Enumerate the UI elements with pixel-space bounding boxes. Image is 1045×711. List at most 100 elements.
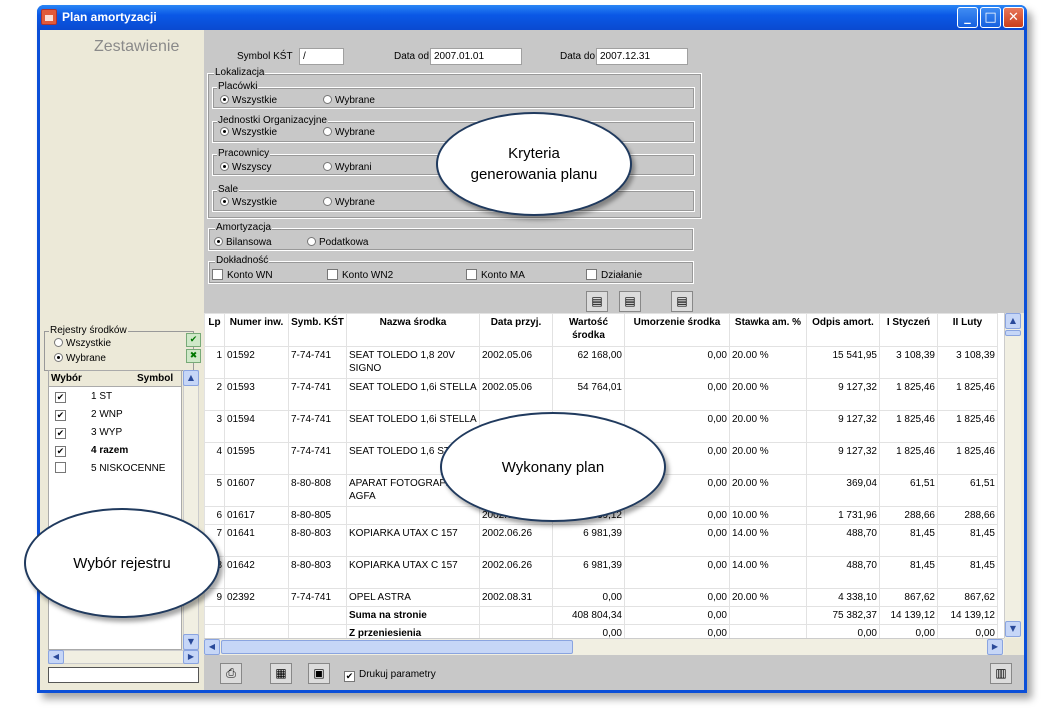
grid-scroll-right-icon[interactable]: ▶ [987,639,1003,655]
cell-styczen: 81,45 [879,524,938,557]
jednostki-all-radio[interactable]: Wszystkie [220,127,277,138]
preview-icon[interactable]: ▦ [270,663,292,684]
cell-stawka: 20.00 % [729,442,807,475]
grid-scroll-up-icon[interactable]: ▲ [1005,313,1021,329]
scroll-down-icon[interactable]: ▼ [183,634,199,650]
table-row[interactable]: 2 01593 7-74-741 SEAT TOLEDO 1,6i STELLA 200… [204,378,998,411]
minimize-button[interactable]: _ [957,7,978,28]
date-from-input[interactable]: 2007.01.01 [430,48,522,65]
scroll-up-icon[interactable]: ▲ [183,370,199,386]
cell-styczen: 3 108,39 [879,346,938,379]
export-plan-icon[interactable]: ▤ [671,291,693,312]
registry-row[interactable]: ✔ 2 WNP [49,405,181,423]
col-header-styczen[interactable]: I Styczeń [879,313,938,347]
konto-wn2-checkbox[interactable]: Konto WN2 [327,269,393,281]
col-header-lp[interactable]: Lp [204,313,225,347]
date-to-input[interactable]: 2007.12.31 [596,48,688,65]
bilansowa-radio[interactable]: Bilansowa [214,237,272,248]
table-row[interactable]: 7 01641 8-80-803 KOPIARKA UTAX C 157 2002.06… [204,524,998,557]
uncheck-all-icon[interactable]: ✖ [186,349,201,363]
cell-odpis: 4 338,10 [806,588,880,607]
grid-scroll-down-icon[interactable]: ▼ [1005,621,1021,637]
col-header-luty[interactable]: II Luty [937,313,998,347]
col-header-symb-kst[interactable]: Symb. KŚT [288,313,347,347]
registry-checkbox[interactable]: ✔ [55,410,66,421]
grid-hscroll-thumb[interactable] [221,640,573,654]
cell-numer-inw: 01595 [224,442,289,475]
konto-wn-checkbox[interactable]: Konto WN [212,269,273,281]
pracownicy-selected-radio[interactable]: Wybrani [323,162,372,173]
cell-luty: 81,45 [937,524,998,557]
registry-row[interactable]: ✔ 3 WYP [49,423,181,441]
cell-umorzenie: 0,00 [624,506,730,525]
summary-cell [288,606,347,625]
registry-checkbox[interactable]: ✔ [55,446,66,457]
report-icon[interactable]: ▥ [990,663,1012,684]
cell-lp: 5 [204,474,225,507]
registry-checkbox[interactable] [55,462,66,473]
cell-luty: 3 108,39 [937,346,998,379]
calendar-icon[interactable]: ▣ [308,663,330,684]
registry-checkbox[interactable]: ✔ [55,428,66,439]
dzialanie-checkbox[interactable]: Działanie [586,269,642,281]
grid-scroll-left-icon[interactable]: ◀ [204,639,220,655]
generate-plan-icon[interactable]: ▤ [586,291,608,312]
cell-styczen: 1 825,46 [879,442,938,475]
cell-stawka: 20.00 % [729,346,807,379]
table-row[interactable]: 9 02392 7-74-741 OPEL ASTRA 2002.08.31 0,00 0,… [204,588,998,607]
placowki-selected-radio[interactable]: Wybrane [323,95,375,106]
summary-cell: 408 804,34 [552,606,625,625]
registry-hscroll[interactable]: ◀ ▶ [48,650,199,664]
sale-selected-radio[interactable]: Wybrane [323,197,375,208]
scroll-right-icon[interactable]: ▶ [183,650,199,664]
registry-checkbox[interactable]: ✔ [55,392,66,403]
cell-odpis: 488,70 [806,524,880,557]
konto-ma-checkbox[interactable]: Konto MA [466,269,525,281]
check-all-icon[interactable]: ✔ [186,333,201,347]
maximize-button[interactable]: □ [980,7,1001,28]
cell-numer-inw: 01617 [224,506,289,525]
placowki-all-radio[interactable]: Wszystkie [220,95,277,106]
summary-cell [224,606,289,625]
registry-selected-radio[interactable]: Wybrane [54,353,106,364]
col-header-wartosc[interactable]: Wartość środka [552,313,625,347]
generate-plan-2-icon[interactable]: ▤ [619,291,641,312]
podatkowa-radio[interactable]: Podatkowa [307,237,368,248]
summary-cell [479,624,553,638]
registry-symbol: 5 NISKOCENNE [91,463,166,474]
registry-all-radio[interactable]: Wszystkie [54,338,111,349]
close-button[interactable]: ✕ [1003,7,1024,28]
cell-symb-kst: 8-80-803 [288,524,347,557]
col-header-data-przyj[interactable]: Data przyj. [479,313,553,347]
col-header-odpis[interactable]: Odpis amort. [806,313,880,347]
grid-vscroll[interactable]: ▲ ▼ [1004,313,1021,638]
jednostki-selected-radio[interactable]: Wybrane [323,127,375,138]
callout-wybor: Wybór rejestru [24,508,220,618]
table-row[interactable]: 1 01592 7-74-741 SEAT TOLEDO 1,8 20V SIGNO 2… [204,346,998,379]
col-header-umorzenie[interactable]: Umorzenie środka [624,313,730,347]
scroll-left-icon[interactable]: ◀ [48,650,64,664]
title-bar[interactable]: Plan amortyzacji _ □ ✕ [37,5,1027,30]
grid-vscroll-thumb[interactable] [1005,330,1021,336]
cell-umorzenie: 0,00 [624,346,730,379]
cell-nazwa: KOPIARKA UTAX C 157 [346,556,480,589]
summary-cell: Suma na stronie [346,606,480,625]
registry-search-input[interactable] [48,667,199,683]
col-header-nazwa[interactable]: Nazwa środka [346,313,480,347]
col-header-stawka[interactable]: Stawka am. % [729,313,807,347]
print-icon[interactable]: ⎙ [220,663,242,684]
pracownicy-all-radio[interactable]: Wszyscy [220,162,271,173]
registry-row[interactable]: ✔ 1 ST [49,387,181,405]
cell-odpis: 9 127,32 [806,442,880,475]
table-row[interactable]: 8016428-80-803KOPIARKA UTAX C 1572002.06… [204,556,998,589]
print-params-checkbox[interactable]: ✔ Drukuj parametry [344,669,436,682]
registry-row[interactable]: 5 NISKOCENNE [49,459,181,477]
grid-hscroll[interactable]: ◀ ▶ [204,638,1004,655]
registry-row[interactable]: ✔ 4 razem [49,441,181,459]
cell-odpis: 488,70 [806,556,880,589]
cell-odpis: 9 127,32 [806,378,880,411]
registry-vscroll[interactable]: ▲ ▼ [183,370,199,650]
symbol-input[interactable]: / [299,48,344,65]
col-header-numer-inw[interactable]: Numer inw. [224,313,289,347]
sale-all-radio[interactable]: Wszystkie [220,197,277,208]
